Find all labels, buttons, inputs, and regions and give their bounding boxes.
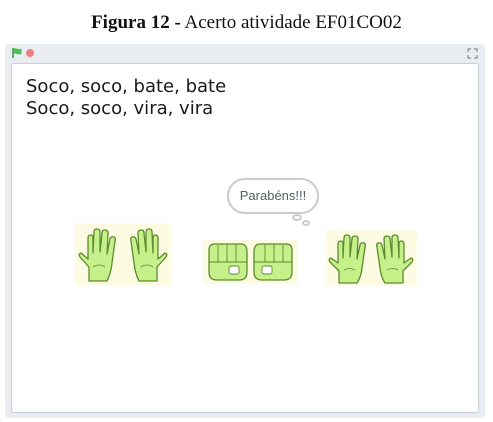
stage[interactable]: Soco, soco, bate, bate Soco, soco, vira,… (11, 63, 479, 413)
open-hands-palm-sprite[interactable] (75, 223, 171, 285)
scratch-player: Soco, soco, bate, bate Soco, soco, vira,… (5, 44, 485, 418)
figure-caption-text: Acerto atividade EF01CO02 (180, 12, 402, 33)
thought-bubble-dot (302, 220, 310, 226)
green-flag-icon[interactable] (11, 47, 23, 59)
lyrics-line-1: Soco, soco, bate, bate (26, 76, 227, 97)
thought-bubble: Parabéns!!! (227, 178, 319, 214)
fullscreen-icon[interactable] (467, 48, 478, 59)
lyrics-line-2: Soco, soco, vira, vira (26, 98, 214, 119)
stop-icon[interactable] (26, 49, 34, 57)
open-hands-back-sprite[interactable] (325, 230, 417, 286)
fists-sprite[interactable] (203, 240, 298, 284)
thought-bubble-dot (292, 214, 302, 221)
lyrics-text: Soco, soco, bate, bate Soco, soco, vira,… (26, 76, 226, 120)
figure-caption: Figura 12 - Acerto atividade EF01CO02 (0, 12, 493, 34)
figure-caption-label: Figura 12 - (91, 12, 181, 33)
